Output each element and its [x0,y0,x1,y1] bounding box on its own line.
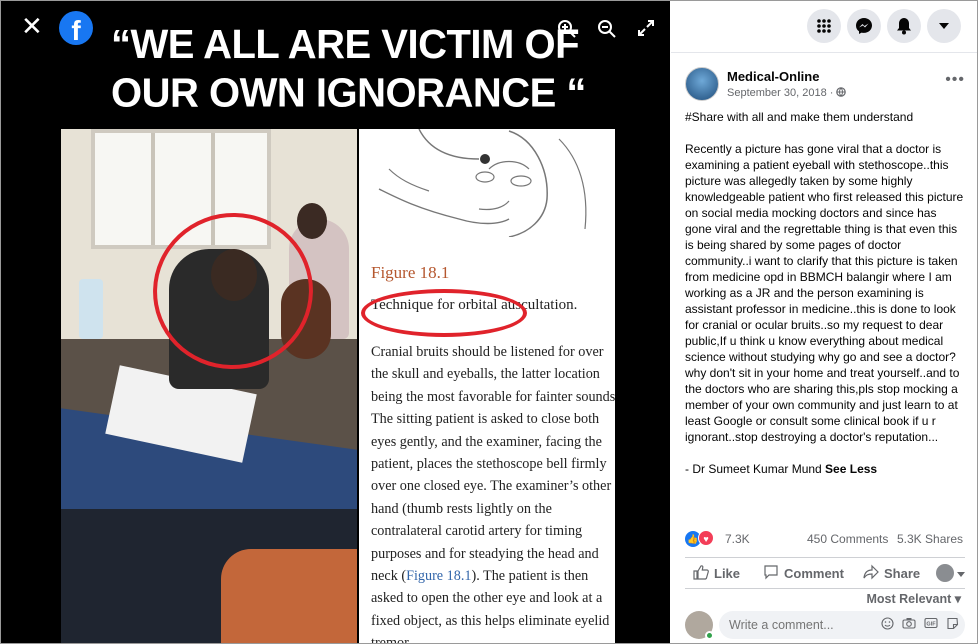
zoom-in-icon[interactable] [557,19,577,44]
post-header: Medical-Online September 30, 2018 · ••• [685,67,965,107]
page-name[interactable]: Medical-Online [727,69,819,84]
facebook-logo-icon[interactable]: f [59,11,93,45]
online-status-dot [705,631,714,640]
zoom-out-icon[interactable] [597,19,617,44]
comment-tools: GIF [881,617,959,633]
textbook-page: Figure 18.1 Technique for orbital auscul… [359,129,615,643]
share-button[interactable]: Share [863,564,920,583]
reaction-icons[interactable]: 👍 ♥ [685,530,714,547]
reaction-count[interactable]: 7.3K [725,532,750,546]
comment-composer: GIF [685,609,969,641]
emoji-icon[interactable] [881,617,894,633]
close-icon[interactable]: ✕ [21,13,43,39]
share-arrow-icon [863,564,879,583]
comment-sort-dropdown[interactable]: Most Relevant ▾ [867,591,962,606]
bell-icon[interactable] [887,9,921,43]
post-pane: Medical-Online September 30, 2018 · ••• … [671,1,977,643]
account-caret-down-icon[interactable] [927,9,961,43]
fullscreen-icon[interactable] [637,19,655,42]
post-body: Recently a picture has gone viral that a… [685,142,964,444]
figure-link[interactable]: Figure 18.1 [406,568,471,584]
orbital-auscultation-sketch [378,129,587,237]
gif-icon[interactable]: GIF [924,617,938,633]
user-avatar-small [936,564,954,582]
post-date[interactable]: September 30, 2018 · [727,87,847,100]
comment-count[interactable]: 450 Comments [807,532,888,546]
post-signature: - Dr Sumeet Kumar Mund [685,462,826,476]
water-bottle [79,279,103,339]
clinic-photo [61,129,357,643]
share-count[interactable]: 5.3K Shares [897,532,963,546]
love-reaction-icon: ♥ [698,530,714,546]
page-avatar[interactable] [685,67,719,101]
image-headline: “WE ALL ARE VICTIM OF OUR OWN IGNORANCE … [111,20,586,118]
hashtag-link[interactable]: #Share [685,110,724,124]
sticker-icon[interactable] [946,617,959,633]
thumbs-up-icon [693,564,709,583]
photo-viewer: ✕ f “WE ALL ARE VICTIM OF OUR OWN IGNORA… [1,1,670,643]
svg-text:GIF: GIF [926,622,936,628]
comment-icon [763,564,779,583]
caption-highlight-circle [361,289,527,337]
react-as-selector[interactable] [936,564,965,582]
post-actions: Like Comment Share [685,557,965,589]
headline-line-1: “WE ALL ARE VICTIM OF [111,22,579,67]
post-text: #Share with all and make them understand… [685,110,964,476]
textbook-body: Cranial bruits should be listened for ov… [371,344,615,643]
globe-icon [836,87,847,100]
post-options-button[interactable]: ••• [945,71,965,89]
top-bar [671,1,977,53]
figure-label: Figure 18.1 [371,263,450,282]
camera-icon[interactable] [902,617,916,633]
like-button[interactable]: Like [693,564,740,583]
comment-button[interactable]: Comment [763,564,844,583]
reactions-bar: 👍 ♥ 7.3K 450 Comments 5.3K Shares [685,529,965,549]
headline-line-2: OUR OWN IGNORANCE “ [111,71,586,116]
messenger-icon[interactable] [847,9,881,43]
see-less-link[interactable]: See Less [825,462,877,476]
grid-menu-icon[interactable] [807,9,841,43]
caret-down-icon [957,566,965,581]
